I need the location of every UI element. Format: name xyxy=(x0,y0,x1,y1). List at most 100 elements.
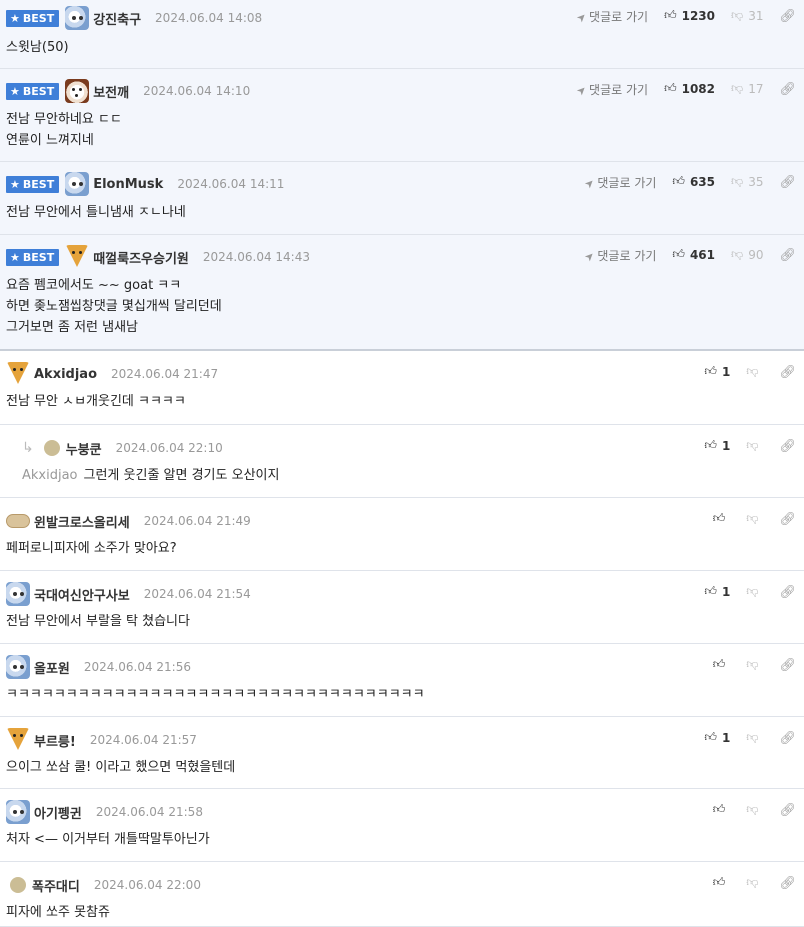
link-icon[interactable]: 🔗︎ xyxy=(779,82,796,97)
avatar[interactable] xyxy=(65,172,90,196)
like-button[interactable]: 👍︎ xyxy=(713,657,731,673)
dislike-button[interactable]: 👎︎ xyxy=(746,364,763,380)
like-count: 461 xyxy=(689,248,716,262)
like-button[interactable]: 👍︎ 635 xyxy=(672,173,715,190)
dislike-button[interactable]: 👎︎ xyxy=(746,801,763,818)
comment-body: 페퍼로니피자에 소주가 맞아요? xyxy=(6,538,794,559)
nickname[interactable]: 강진축구 xyxy=(93,9,141,28)
thumbs-up-icon: 👍︎ xyxy=(672,173,685,188)
thumbs-up-icon: 👍︎ xyxy=(704,363,717,378)
comment-text: 으이그 쏘삼 쿨! 이라고 했으면 먹혔을텐데 xyxy=(6,760,236,775)
link-icon[interactable]: 🔗︎ xyxy=(779,175,796,190)
like-button[interactable]: 👍︎ xyxy=(713,511,731,527)
thumbs-up-icon: 👍︎ xyxy=(672,246,685,261)
star-icon: ★ xyxy=(10,250,20,264)
avatar[interactable] xyxy=(6,800,30,824)
nickname[interactable]: 올포원 xyxy=(34,658,70,677)
like-button[interactable]: 👍︎ 1 xyxy=(704,730,731,746)
avatar[interactable] xyxy=(6,362,30,386)
goto-comment-button[interactable]: ➤댓글로 가기 xyxy=(574,8,649,25)
nickname[interactable]: Akxidjao xyxy=(34,367,97,382)
link-icon[interactable]: 🔗︎ xyxy=(779,876,796,891)
dislike-button[interactable]: 👎︎ 90 xyxy=(731,247,764,263)
dislike-button[interactable]: 👎︎ 17 xyxy=(731,81,763,97)
like-button[interactable]: 👍︎ 1 xyxy=(704,363,730,380)
nickname[interactable]: 보전깨 xyxy=(93,82,129,101)
comment-text: 전남 무안에서 부랄을 탁 쳤습니다 xyxy=(6,614,190,629)
avatar[interactable] xyxy=(65,6,90,30)
dislike-button[interactable]: 👎︎ 31 xyxy=(731,8,763,24)
comment-actions: ➤댓글로 가기 👍︎ 461 👎︎ 90 🔗︎ xyxy=(581,240,796,270)
thumbs-down-icon: 👎︎ xyxy=(746,729,759,744)
send-arrow-icon: ➤ xyxy=(581,248,598,264)
avatar[interactable] xyxy=(65,79,90,103)
avatar[interactable] xyxy=(6,582,30,606)
send-arrow-icon: ➤ xyxy=(573,82,590,98)
avatar[interactable] xyxy=(43,440,60,456)
avatar[interactable] xyxy=(6,728,30,752)
comment-date: 2024.06.04 21:54 xyxy=(143,587,251,601)
comment-actions: ➤댓글로 가기 👍︎ 1082 👎︎ 17 🔗︎ xyxy=(573,74,796,104)
comment: 아기펭귄 2024.06.04 21:58 👍︎ 👎︎ 🔗︎ 처자 <— 이거부터 개틀딱… xyxy=(0,789,804,862)
reply-comment: ↳ 누붕쿤 2024.06.04 22:10 👍︎ 1 👎︎ 🔗︎ Akxidjao 그런게 웃… xyxy=(0,425,804,498)
best-label: BEST xyxy=(22,177,55,191)
link-icon[interactable]: 🔗︎ xyxy=(779,9,796,24)
nickname[interactable]: ElonMusk xyxy=(93,177,163,192)
comment-text-line: 그거보면 좀 저런 냄새남 xyxy=(6,320,138,335)
like-button[interactable]: 👍︎ 1 xyxy=(704,584,730,600)
goto-comment-button[interactable]: ➤댓글로 가기 xyxy=(582,174,656,191)
best-comment: ★ BEST ElonMusk 2024.06.04 14:11 ➤댓글로 가기 👍︎ 63… xyxy=(0,162,804,235)
link-icon[interactable]: 🔗︎ xyxy=(779,439,796,454)
avatar[interactable] xyxy=(65,245,89,269)
dislike-button[interactable]: 👎︎ xyxy=(746,729,763,746)
like-button[interactable]: 👍︎ 461 xyxy=(672,246,716,263)
link-icon[interactable]: 🔗︎ xyxy=(779,365,796,380)
comment-text-line: 으이그 쏘삼 쿨! 이라고 했으면 먹혔을텐데 xyxy=(6,757,794,778)
dislike-button[interactable]: 👎︎ xyxy=(746,875,763,891)
dislike-button[interactable]: 👎︎ xyxy=(746,657,763,673)
comment-text-line: 전남 무안에서 부랄을 탁 쳤습니다 xyxy=(6,611,794,632)
like-count: 1 xyxy=(721,731,731,745)
comment-text-line: 스윗남(50) xyxy=(6,40,69,55)
avatar[interactable] xyxy=(6,514,30,528)
goto-label: 댓글로 가기 xyxy=(589,9,649,24)
nickname[interactable]: 누붕쿤 xyxy=(66,439,102,458)
like-button[interactable]: 👍︎ 1 xyxy=(704,438,731,454)
avatar[interactable] xyxy=(6,655,30,679)
avatar[interactable] xyxy=(10,877,26,893)
like-button[interactable]: 👍︎ 1230 xyxy=(664,8,715,24)
comment-text-line: 처자 <— 이거부터 개틀딱말투아닌가 xyxy=(6,829,794,850)
like-button[interactable]: 👍︎ 1082 xyxy=(664,81,715,97)
nickname[interactable]: 때껄룩즈우승기원 xyxy=(93,248,189,267)
link-icon[interactable]: 🔗︎ xyxy=(779,585,796,600)
best-badge: ★ BEST xyxy=(6,248,60,266)
goto-comment-button[interactable]: ➤댓글로 가기 xyxy=(573,81,649,98)
nickname[interactable]: 폭주대디 xyxy=(32,876,80,895)
link-icon[interactable]: 🔗︎ xyxy=(779,731,796,746)
link-icon[interactable]: 🔗︎ xyxy=(779,248,796,263)
comment-date: 2024.06.04 21:58 xyxy=(95,805,203,819)
dislike-count: 90 xyxy=(748,248,764,262)
comment: 윈발크로스올리세 2024.06.04 21:49 👍︎ 👎︎ 🔗︎ 페퍼로니피자에 소주… xyxy=(0,498,804,571)
like-button[interactable]: 👍︎ xyxy=(713,802,731,818)
reply-arrow-icon: ↳ xyxy=(22,440,34,456)
link-icon[interactable]: 🔗︎ xyxy=(779,512,796,527)
nickname[interactable]: 아기펭귄 xyxy=(34,803,82,822)
mention[interactable]: Akxidjao xyxy=(22,468,78,483)
like-count: 1 xyxy=(721,439,731,453)
dislike-button[interactable]: 👎︎ 35 xyxy=(731,174,763,190)
goto-label: 댓글로 가기 xyxy=(589,82,649,97)
dislike-button[interactable]: 👎︎ xyxy=(746,584,763,600)
nickname[interactable]: 부르릉! xyxy=(34,731,76,750)
comment-text-line: 요즘 펨코에서도 ~~ goat ㅋㅋ xyxy=(6,278,182,293)
thumbs-down-icon: 👎︎ xyxy=(746,801,759,816)
dislike-button[interactable]: 👎︎ xyxy=(746,511,763,527)
link-icon[interactable]: 🔗︎ xyxy=(779,803,796,818)
like-button[interactable]: 👍︎ xyxy=(713,875,731,891)
goto-comment-button[interactable]: ➤댓글로 가기 xyxy=(581,247,656,264)
best-label: BEST xyxy=(22,11,55,25)
nickname[interactable]: 국대여신안구사보 xyxy=(34,585,130,604)
dislike-button[interactable]: 👎︎ xyxy=(746,438,763,454)
link-icon[interactable]: 🔗︎ xyxy=(779,658,796,673)
nickname[interactable]: 윈발크로스올리세 xyxy=(34,512,130,531)
